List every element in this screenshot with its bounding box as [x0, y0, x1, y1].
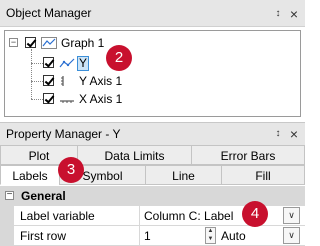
- tab-data-limits[interactable]: Data Limits: [77, 145, 192, 165]
- pin-icon[interactable]: ↕: [272, 128, 284, 140]
- tab-labels[interactable]: Labels: [0, 165, 60, 185]
- row-gutter: [0, 206, 14, 226]
- tab-strip-top: Plot Data Limits Error Bars: [0, 145, 305, 165]
- close-icon[interactable]: ×: [288, 7, 300, 21]
- tab-strip-bottom: Labels Symbol Line Fill: [0, 165, 305, 185]
- x-axis-visible-checkbox[interactable]: [43, 93, 54, 104]
- property-name: Label variable: [20, 209, 95, 223]
- object-manager-header: Object Manager ↕ ×: [0, 0, 305, 27]
- stepper-down-icon[interactable]: ▼: [206, 236, 215, 243]
- tab-fill[interactable]: Fill: [221, 165, 305, 185]
- section-title: General: [21, 189, 66, 203]
- graph-icon: [41, 37, 57, 49]
- tree-line: [31, 63, 43, 64]
- property-manager-title: Property Manager - Y: [6, 127, 121, 141]
- label-variable-value[interactable]: Column C: Label: [144, 209, 233, 223]
- tree-line: [31, 81, 43, 82]
- collapse-icon[interactable]: −: [9, 38, 18, 47]
- plot-visible-checkbox[interactable]: [43, 57, 54, 68]
- tree-line: [31, 49, 32, 99]
- column-divider: [139, 226, 140, 246]
- row-gutter: [0, 226, 14, 246]
- object-manager-body: − Graph 1 Y Y Axis 1 X Axis 1: [0, 27, 305, 122]
- tree-item-y-axis[interactable]: Y Axis 1: [79, 74, 122, 88]
- tree-item-x-axis[interactable]: X Axis 1: [79, 92, 122, 106]
- y-axis-icon: [61, 76, 64, 86]
- x-axis-icon: [60, 100, 74, 103]
- object-tree[interactable]: − Graph 1 Y Y Axis 1 X Axis 1: [4, 30, 301, 117]
- property-row-first-row[interactable]: First row 1 ▲ ▼ Auto ∨: [0, 226, 305, 246]
- stepper-up-icon[interactable]: ▲: [206, 228, 215, 235]
- graph-visible-checkbox[interactable]: [25, 37, 36, 48]
- chevron-down-icon[interactable]: ∨: [283, 227, 300, 244]
- line-plot-icon: [59, 58, 75, 68]
- tab-line[interactable]: Line: [145, 165, 222, 185]
- property-name: First row: [20, 229, 66, 243]
- chevron-down-icon[interactable]: ∨: [283, 207, 300, 224]
- first-row-value[interactable]: 1: [144, 229, 151, 243]
- tree-item-graph[interactable]: Graph 1: [61, 36, 104, 50]
- tree-item-plot-y[interactable]: Y: [77, 56, 90, 71]
- callout-badge: 4: [242, 201, 268, 227]
- callout-badge: 2: [106, 45, 132, 71]
- column-divider: [139, 206, 140, 226]
- callout-badge: 3: [58, 157, 84, 183]
- y-axis-visible-checkbox[interactable]: [43, 75, 54, 86]
- object-manager-title: Object Manager: [6, 6, 92, 20]
- pin-icon[interactable]: ↕: [272, 8, 284, 20]
- property-manager-header: Property Manager - Y ↕ ×: [0, 122, 305, 145]
- first-row-stepper[interactable]: ▲ ▼: [205, 227, 216, 244]
- close-icon[interactable]: ×: [288, 127, 300, 141]
- collapse-icon[interactable]: −: [5, 190, 14, 200]
- first-row-auto-value[interactable]: Auto: [221, 229, 246, 243]
- tab-error-bars[interactable]: Error Bars: [191, 145, 305, 165]
- tree-line: [31, 99, 43, 100]
